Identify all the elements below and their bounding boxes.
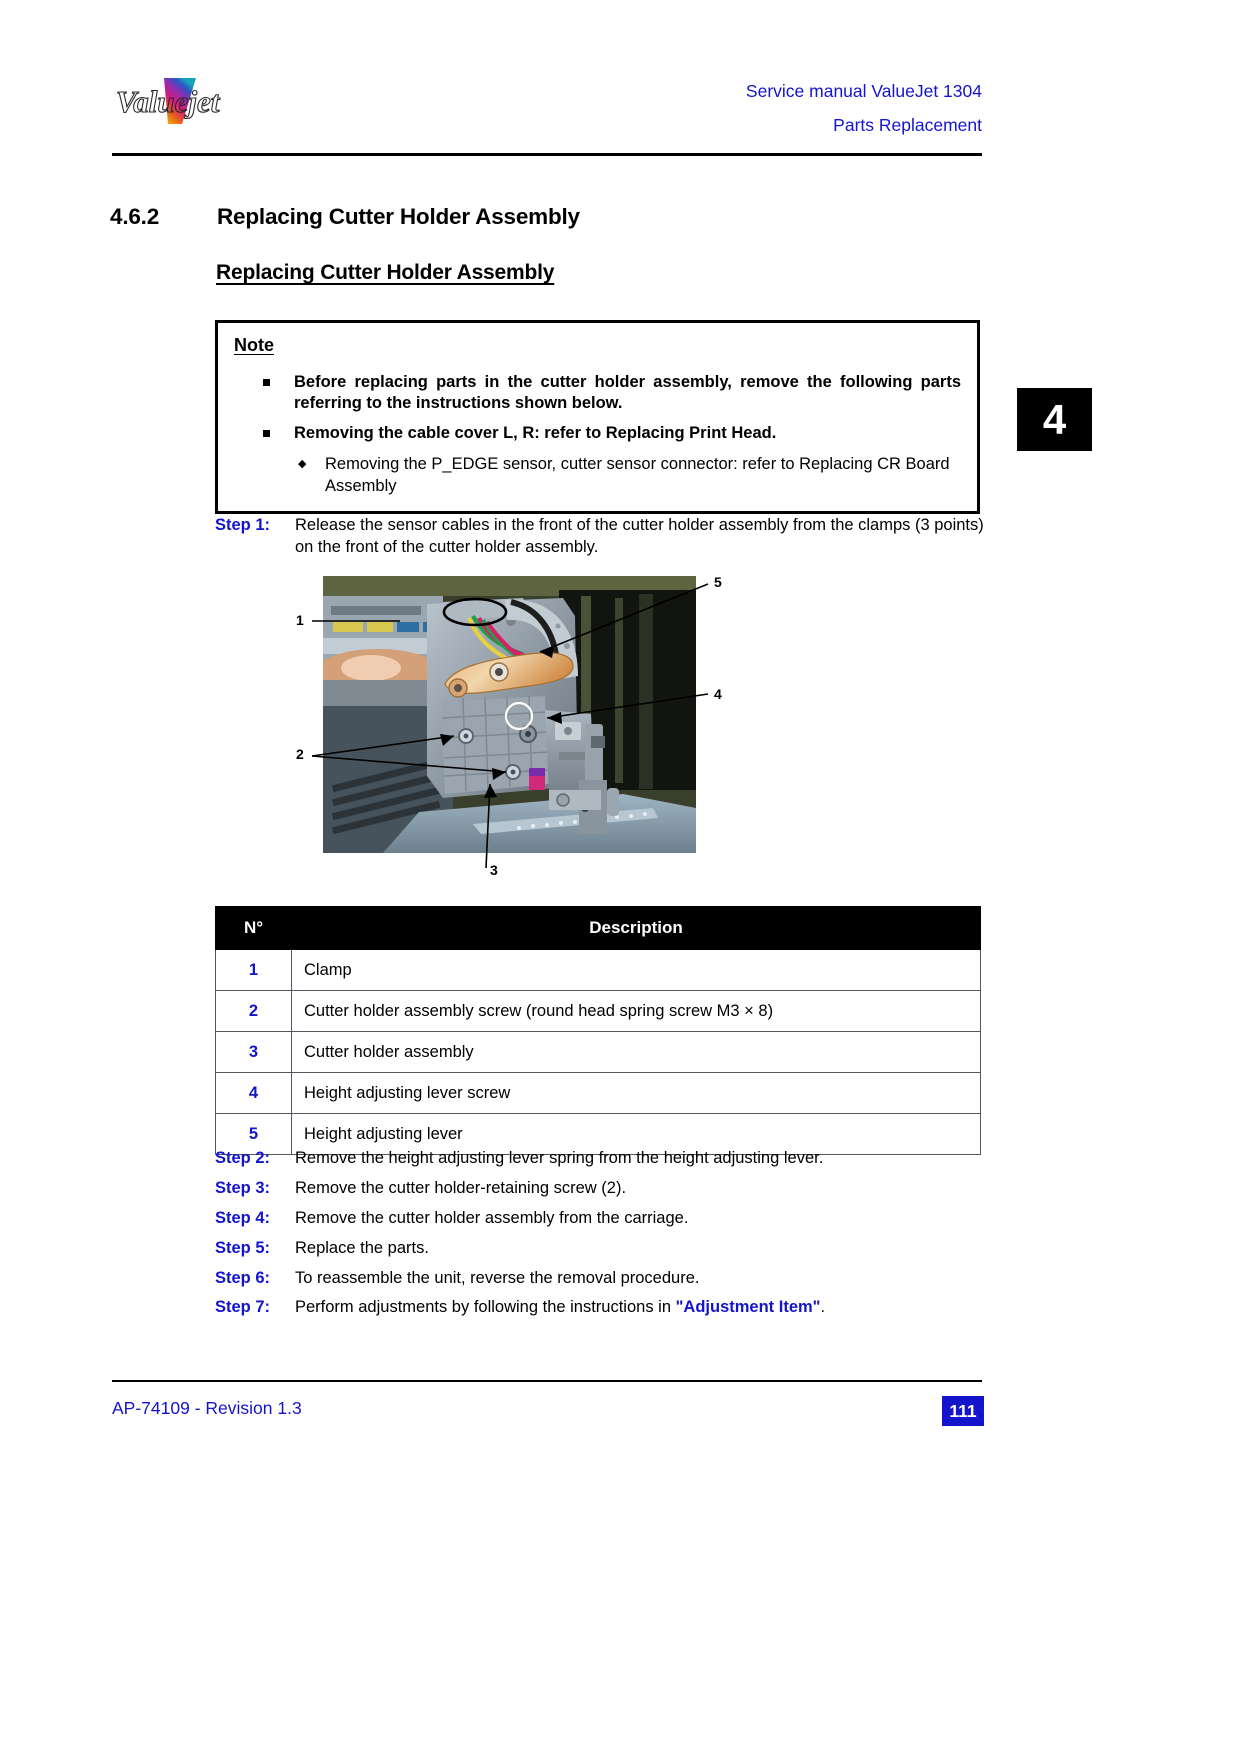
table-row: 3 Cutter holder assembly (215, 1031, 981, 1073)
step-1-text: Release the sensor cables in the front o… (295, 516, 984, 556)
table-header-number: N° (215, 906, 292, 950)
step-2: Step 2: Remove the height adjusting leve… (215, 1147, 985, 1169)
footer-divider (112, 1380, 982, 1382)
step-2-text: Remove the height adjusting lever spring… (295, 1149, 824, 1167)
note-subbullet-1: Removing the P_EDGE sensor, cutter senso… (296, 453, 961, 497)
figure-callout-3: 3 (490, 862, 498, 878)
section-title: Replacing Cutter Holder Assembly (217, 204, 580, 229)
note-bullet-1: Before replacing parts in the cutter hol… (260, 372, 961, 414)
table-cell-description: Clamp (291, 949, 981, 991)
step-2-label: Step 2: (215, 1149, 271, 1167)
step-6-text: To reassemble the unit, reverse the remo… (295, 1269, 700, 1287)
step-4-text: Remove the cutter holder assembly from t… (295, 1209, 689, 1227)
step-6-label: Step 6: (215, 1269, 271, 1287)
cutter-holder-figure: 1 2 3 4 5 (290, 566, 740, 886)
note-bullet-2: Removing the cable cover L, R: refer to … (260, 423, 961, 444)
step-5: Step 5: Replace the parts. (215, 1237, 985, 1259)
adjustment-item-link[interactable]: "Adjustment Item" (676, 1298, 821, 1316)
page-header: Valuejet Service manual ValueJet 1304 Pa… (112, 58, 982, 154)
figure-callout-2: 2 (296, 746, 304, 762)
header-divider (112, 153, 982, 156)
parts-table: N° Description 1 Clamp 2 Cutter holder a… (215, 906, 981, 1155)
table-cell-number: 4 (215, 1072, 292, 1114)
footer-document-id: AP-74109 - Revision 1.3 (112, 1398, 302, 1418)
step-5-label: Step 5: (215, 1239, 271, 1257)
step-1-label: Step 1: (215, 516, 271, 534)
step-3: Step 3: Remove the cutter holder-retaini… (215, 1177, 985, 1199)
step-4-label: Step 4: (215, 1209, 271, 1227)
valuejet-logo: Valuejet (112, 74, 292, 130)
table-row: 1 Clamp (215, 949, 981, 991)
step-5-text: Replace the parts. (295, 1239, 429, 1257)
manual-title: Service manual ValueJet 1304 (745, 81, 982, 101)
figure-callout-4: 4 (714, 686, 722, 702)
table-header-row: N° Description (215, 906, 981, 950)
table-cell-number: 2 (215, 990, 292, 1032)
step-7-label: Step 7: (215, 1298, 271, 1316)
section-heading: 4.6.2 Replacing Cutter Holder Assembly (110, 204, 990, 230)
table-cell-number: 1 (215, 949, 292, 991)
step-1: Step 1: Release the sensor cables in the… (215, 514, 985, 558)
figure-callout-1: 1 (296, 612, 304, 628)
table-cell-number: 3 (215, 1031, 292, 1073)
step-6: Step 6: To reassemble the unit, reverse … (215, 1267, 985, 1289)
figure-callout-5: 5 (714, 574, 722, 590)
section-subtitle: Replacing Cutter Holder Assembly (216, 261, 555, 284)
step-4: Step 4: Remove the cutter holder assembl… (215, 1207, 985, 1229)
note-box: Note Before replacing parts in the cutte… (215, 320, 980, 514)
table-row: 4 Height adjusting lever screw (215, 1072, 981, 1114)
step-7-text-after: . (820, 1298, 826, 1316)
header-titles: Service manual ValueJet 1304 Parts Repla… (746, 74, 982, 142)
step-7: Step 7: Perform adjustments by following… (215, 1296, 985, 1318)
table-row: 2 Cutter holder assembly screw (round he… (215, 990, 981, 1032)
table-cell-description: Cutter holder assembly (291, 1031, 981, 1073)
svg-text:Valuejet: Valuejet (116, 84, 221, 119)
figure-callout-overlay (311, 583, 709, 869)
step-7-text-before: Perform adjustments by following the ins… (295, 1298, 676, 1316)
table-cell-description: Height adjusting lever screw (291, 1072, 981, 1114)
chapter-title: Parts Replacement (833, 115, 982, 135)
section-number: 4.6.2 (110, 204, 160, 229)
table-header-description: Description (291, 906, 981, 950)
step-3-text: Remove the cutter holder-retaining screw… (295, 1179, 627, 1197)
page-number-badge: 111 (942, 1396, 984, 1426)
step-7-text: Perform adjustments by following the ins… (295, 1296, 985, 1318)
step-3-label: Step 3: (215, 1179, 271, 1197)
table-cell-description: Cutter holder assembly screw (round head… (291, 990, 981, 1032)
note-title: Note (234, 335, 274, 355)
chapter-tab-marker: 4 (1017, 388, 1092, 451)
